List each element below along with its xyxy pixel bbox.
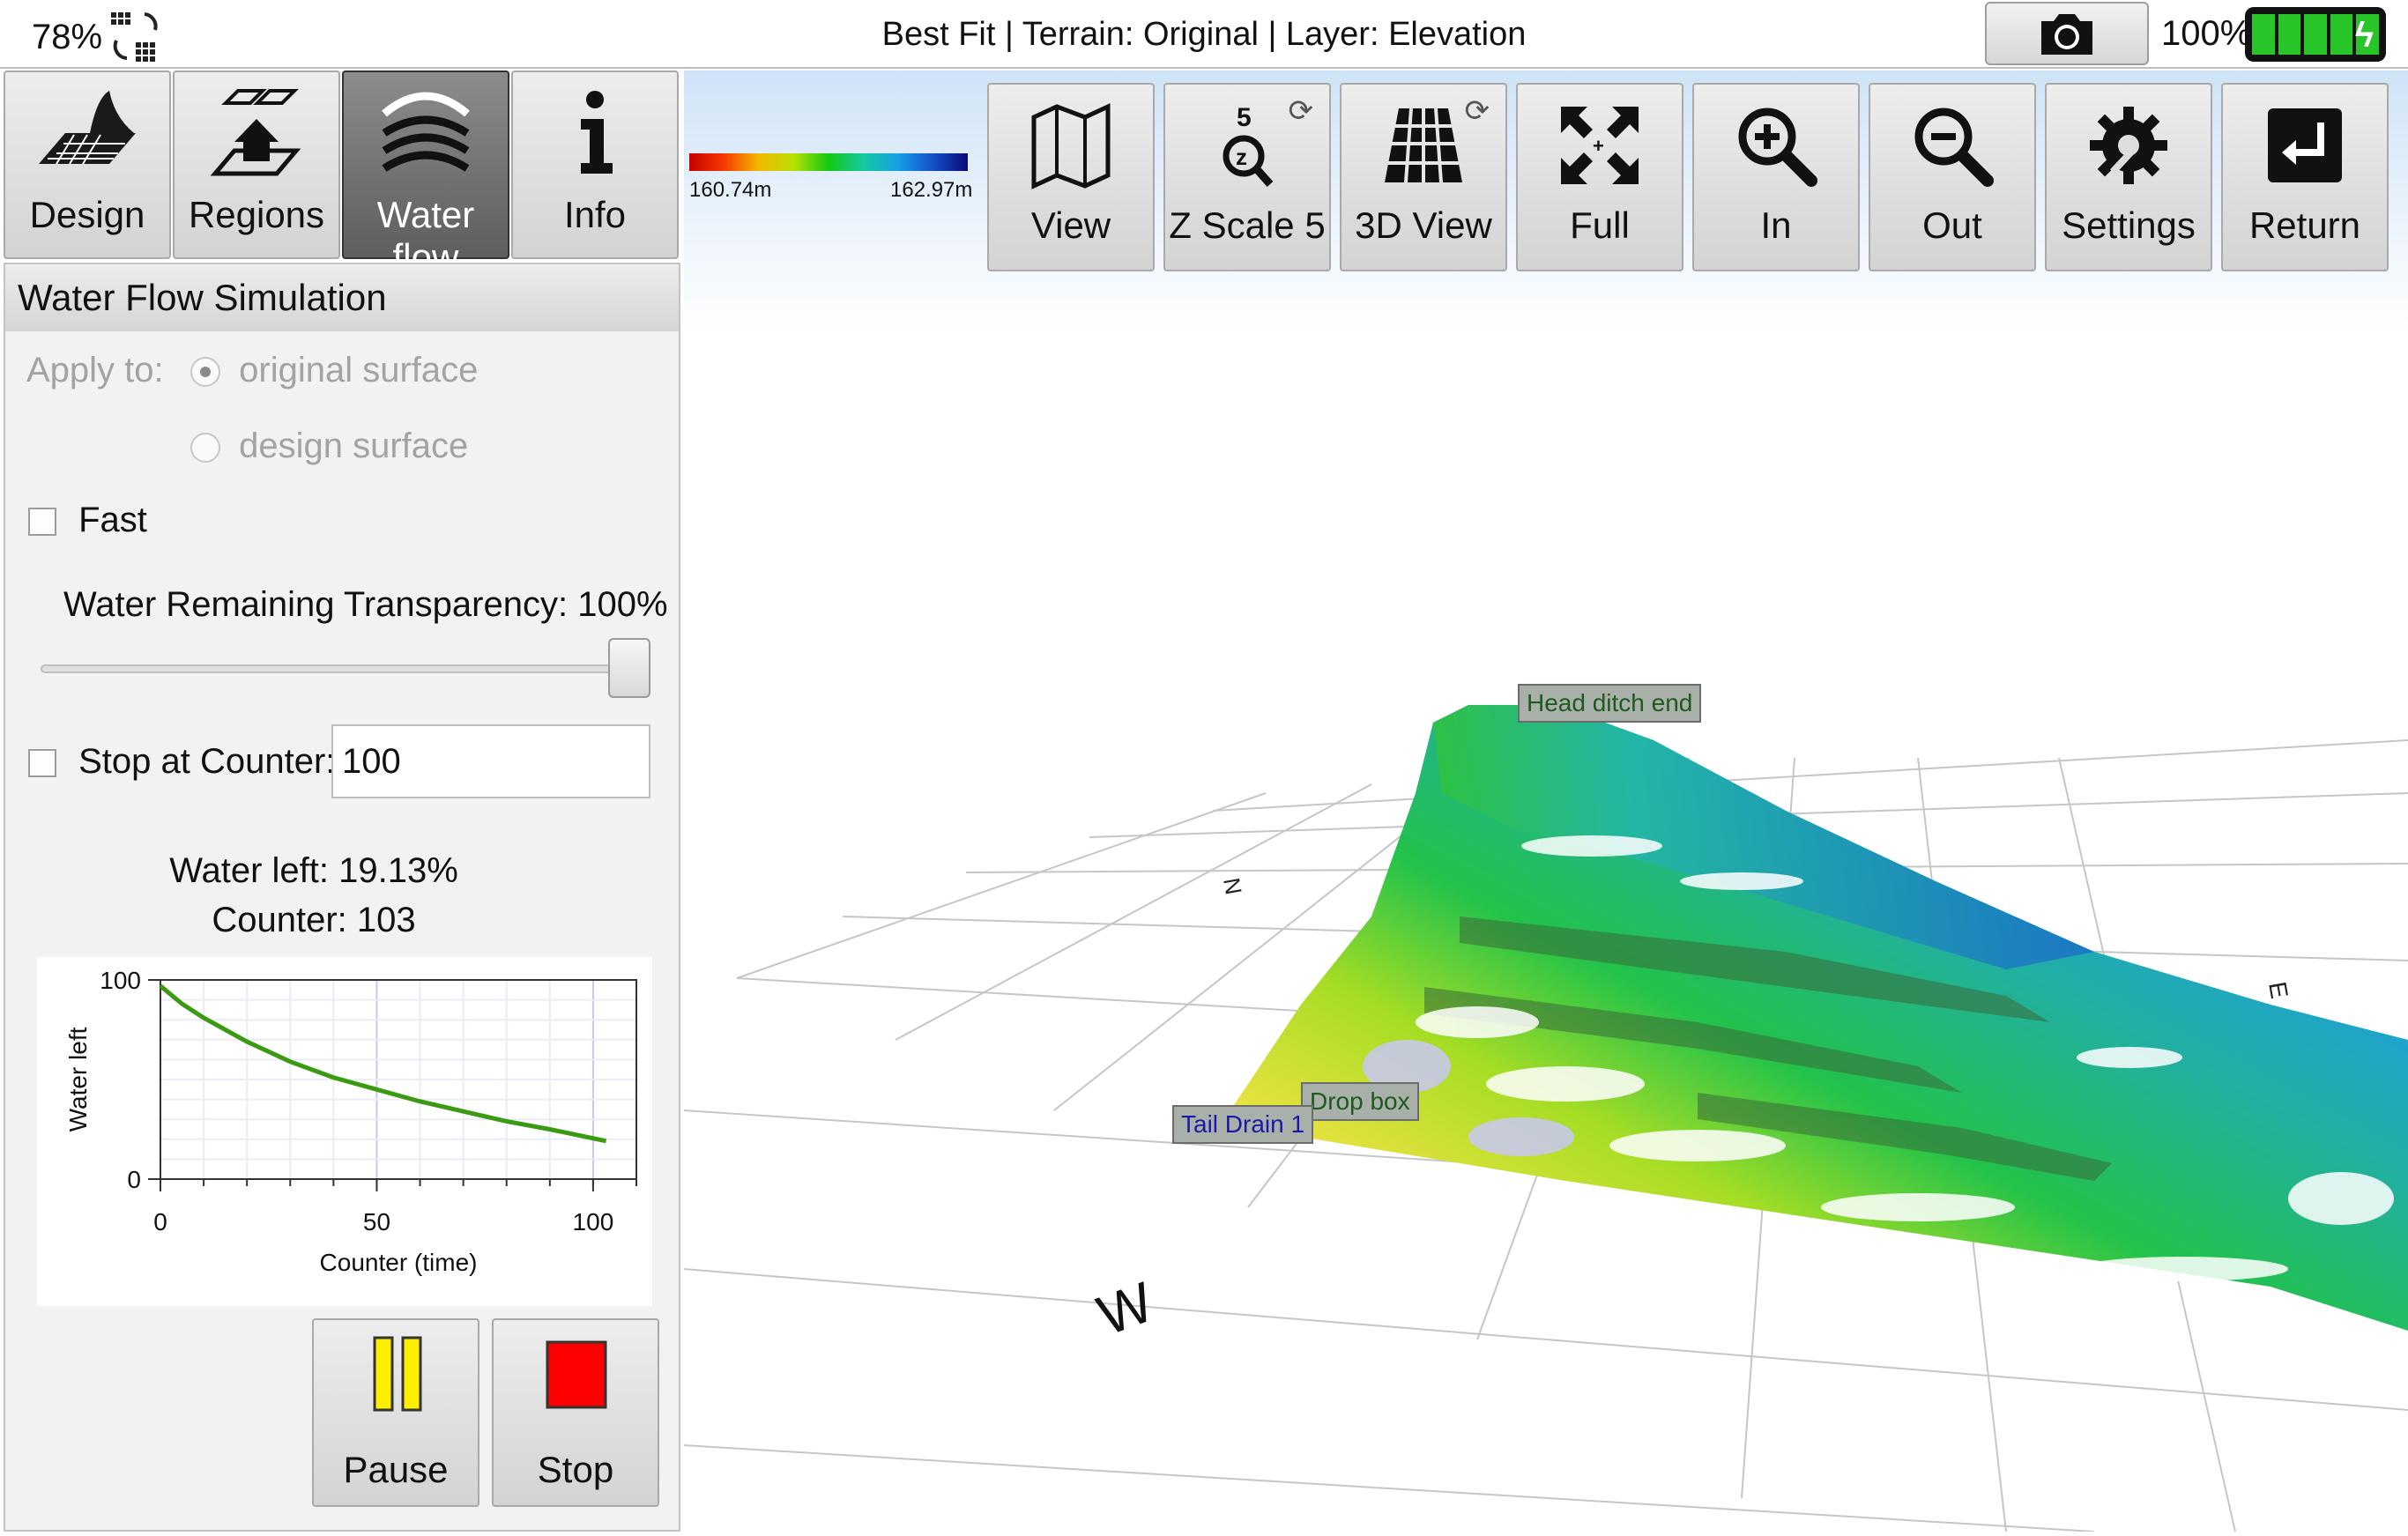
checkbox-label: Stop at Counter:: [78, 742, 336, 781]
full-extent-icon: +: [1561, 107, 1639, 184]
terrain-svg: N E W: [683, 70, 2408, 1532]
full-label: Full: [1570, 204, 1630, 246]
pause-label: Pause: [343, 1449, 449, 1490]
z-scale-icon: 5 z: [1223, 103, 1274, 187]
legend-max: 162.97m: [890, 178, 973, 202]
z-scale-label: Z Scale 5: [1169, 204, 1326, 246]
transparency-slider-track[interactable]: [41, 664, 649, 673]
zoom-in-button[interactable]: In: [1692, 83, 1860, 271]
transparency-slider-thumb[interactable]: [608, 638, 650, 698]
water-left-chart: 0 50 100 0 100 Counter (time) Water left: [37, 957, 652, 1306]
pause-icon: [373, 1336, 422, 1412]
settings-button[interactable]: Settings: [2045, 83, 2212, 271]
stop-button[interactable]: Stop: [492, 1318, 659, 1507]
camera-icon: [2041, 14, 2092, 55]
radio-indicator: [190, 433, 220, 464]
svg-text:5: 5: [1237, 103, 1252, 132]
in-label: In: [1760, 204, 1792, 246]
x-tick-label: 50: [363, 1208, 390, 1235]
z-scale-button[interactable]: ⟳ 5 z Z Scale 5: [1163, 83, 1331, 271]
panel-title: Water Flow Simulation: [5, 264, 679, 331]
view-label: View: [1030, 204, 1111, 246]
stop-at-counter-checkbox[interactable]: Stop at Counter:: [28, 742, 335, 782]
svg-text:z: z: [1236, 144, 1247, 170]
screenshot-button[interactable]: [1985, 2, 2149, 65]
pause-button[interactable]: Pause: [312, 1318, 479, 1507]
radio-label: design surface: [239, 427, 469, 465]
checkbox-box: [28, 749, 56, 778]
tab-regions[interactable]: Regions: [173, 70, 340, 259]
return-icon: [2268, 108, 2342, 182]
label-drop-box[interactable]: Drop box: [1301, 1082, 1419, 1121]
zoom-in-icon: [1738, 108, 1817, 187]
zoom-out-icon: [1914, 108, 1994, 187]
zoom-out-button[interactable]: Out: [1869, 83, 2036, 271]
tab-water-flow[interactable]: Water flow: [342, 70, 509, 278]
battery-percent: 100%: [2161, 14, 2252, 53]
label-head-ditch-end[interactable]: Head ditch end: [1518, 684, 1702, 723]
x-tick-label: 100: [573, 1208, 614, 1235]
tab-label: Design: [29, 194, 145, 235]
stop-icon: [546, 1340, 607, 1409]
checkbox-box: [28, 508, 56, 537]
radio-label: original surface: [239, 351, 479, 390]
radio-design-surface[interactable]: design surface: [190, 427, 468, 466]
counter-text: Counter: 103: [212, 901, 416, 939]
fast-checkbox[interactable]: Fast: [28, 501, 147, 540]
return-label: Return: [2248, 204, 2361, 246]
design-icon: [39, 91, 136, 165]
battery-icon: ϟ: [2245, 7, 2386, 62]
tab-design[interactable]: Design: [4, 70, 171, 259]
radio-original-surface[interactable]: original surface: [190, 351, 478, 390]
y-axis-label: Water left: [64, 1027, 92, 1132]
status-bar: 78% Best Fit | Terrain: Original | Layer…: [0, 0, 2408, 69]
return-button[interactable]: Return: [2221, 83, 2389, 271]
3d-view-label: 3D View: [1355, 204, 1492, 246]
svg-text:+: +: [1593, 135, 1604, 157]
water-flow-panel: Water Flow Simulation Apply to: original…: [4, 263, 680, 1532]
regions-icon: [210, 89, 301, 176]
out-label: Out: [1922, 204, 1982, 246]
view-button[interactable]: View: [987, 83, 1155, 271]
full-extent-button[interactable]: + Full: [1516, 83, 1683, 271]
series-line: [159, 983, 607, 1144]
y-tick-label: 0: [127, 1166, 141, 1193]
3d-grid-icon: [1385, 108, 1462, 183]
label-tail-drain[interactable]: Tail Drain 1: [1172, 1105, 1314, 1144]
stop-label: Stop: [537, 1449, 614, 1490]
info-icon: [581, 91, 613, 174]
stop-counter-input[interactable]: 100: [331, 724, 650, 798]
tab-label: Regions: [188, 194, 325, 235]
elevation-color-legend: [689, 153, 968, 171]
legend-min: 160.74m: [689, 178, 772, 202]
settings-label: Settings: [2062, 204, 2196, 246]
x-tick-label: 0: [153, 1208, 167, 1235]
tab-label: Info: [563, 194, 627, 235]
transparency-label: Water Remaining Transparency: 100%: [63, 585, 668, 624]
map-icon: [1031, 103, 1111, 189]
checkbox-label: Fast: [78, 501, 147, 539]
water-left-text: Water left: 19.13%: [169, 851, 458, 890]
x-axis-label: Counter (time): [320, 1249, 478, 1276]
apply-to-label: Apply to:: [26, 351, 164, 390]
chart-svg: 0 50 100 0 100 Counter (time) Water left: [64, 967, 637, 1276]
terrain-3d-view[interactable]: N E W Head ditch end Drop box Tail Drain…: [683, 70, 2408, 1532]
water-flow-icon: [382, 92, 470, 172]
3d-view-button[interactable]: ⟳ 3D View: [1340, 83, 1507, 271]
radio-indicator: [190, 357, 220, 388]
y-tick-label: 100: [100, 967, 141, 994]
settings-icon: [2090, 107, 2167, 184]
tab-info[interactable]: Info: [511, 70, 679, 259]
